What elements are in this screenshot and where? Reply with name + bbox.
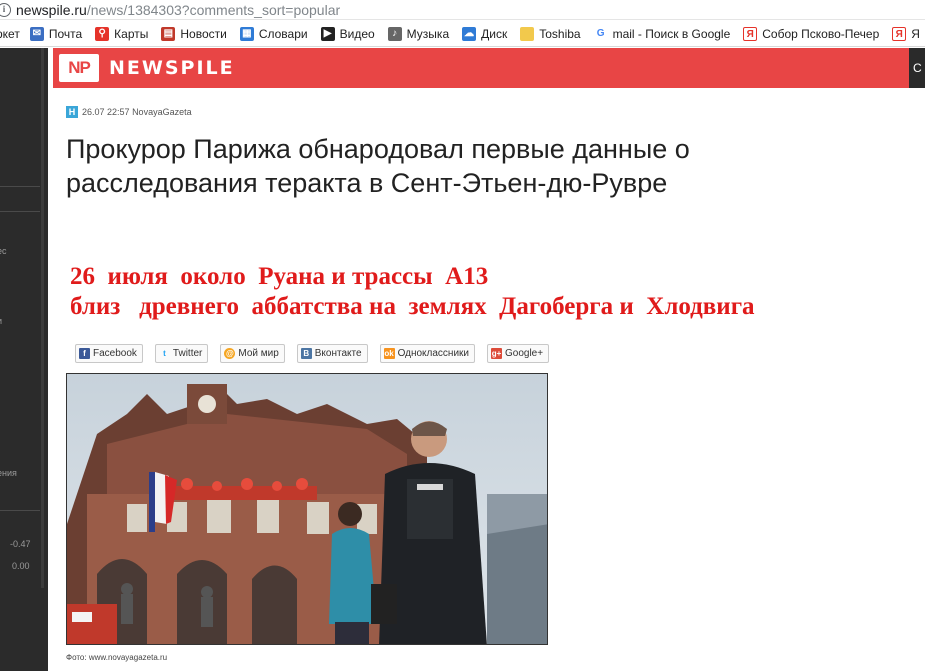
bookmark-item[interactable]: ⚲ Карты xyxy=(95,26,149,41)
bookmark-label: mail - Поиск в Google xyxy=(612,26,731,41)
bookmark-label: Диск xyxy=(481,26,508,41)
sidebar-divider xyxy=(0,186,40,187)
highlight-line: 26 июля около Руана и трассы А13 xyxy=(70,263,489,290)
bookmark-item[interactable]: ▶ Видео xyxy=(320,26,375,41)
vk-icon: B xyxy=(300,348,312,359)
share-label: Одноклассники xyxy=(397,348,469,359)
share-button[interactable]: B Вконтакте xyxy=(296,344,368,363)
bookmarks-bar: ркет ✉ Почта ⚲ Карты ▤ Новости ▦ Словари ▶ Видео ♪ М… xyxy=(0,21,925,47)
sidebar-text: ения xyxy=(0,468,17,478)
share-button[interactable]: f Facebook xyxy=(75,344,143,363)
share-button[interactable]: g+ Google+ xyxy=(487,344,550,363)
photo-illustration xyxy=(67,374,547,644)
sidebar-scrollbar[interactable] xyxy=(41,48,44,588)
bookmark-label: Словари xyxy=(258,26,308,41)
bookmark-label: Toshiba xyxy=(539,26,581,41)
url-text[interactable]: newspile.ru/news/1384303?comments_sort=p… xyxy=(16,2,340,18)
folder-icon xyxy=(520,26,535,41)
mymir-icon: @ xyxy=(224,348,236,359)
share-bar: f Facebook t Twitter @ Мой мир B Вконтакте ok Одн… xyxy=(75,344,561,363)
source-icon: H xyxy=(66,106,78,118)
site-brand[interactable]: NEWSPILE xyxy=(109,57,235,79)
news-icon: ▤ xyxy=(161,26,176,41)
bookmark-item[interactable]: Gmail - Поиск в Google xyxy=(594,27,731,41)
site-logo[interactable]: NP xyxy=(59,54,99,82)
article-date: 26.07 22:57 xyxy=(82,107,130,117)
sidebar-divider xyxy=(0,510,40,511)
bookmark-item[interactable]: ркет xyxy=(0,27,20,41)
sidebar-text: ес xyxy=(0,246,7,256)
bookmark-item[interactable]: ЯЯ xyxy=(892,26,920,41)
bookmark-item[interactable]: Toshiba xyxy=(520,26,581,41)
article-meta: H 26.07 22:57 NovayaGazeta xyxy=(66,106,192,118)
bookmark-label: Собор Псково-Печер xyxy=(762,26,880,41)
article-highlight: 26 июля около Руана и трассы А13 близ дре… xyxy=(70,262,755,322)
share-label: Мой мир xyxy=(238,348,279,359)
bookmark-label: Карты xyxy=(114,26,149,41)
map-pin-icon: ⚲ xyxy=(95,26,110,41)
bookmark-item[interactable]: ▤ Новости xyxy=(161,26,227,41)
address-bar[interactable]: i newspile.ru/news/1384303?comments_sort… xyxy=(0,0,925,20)
share-button[interactable]: @ Мой мир xyxy=(220,344,285,363)
bookmark-item[interactable]: ✉ Почта xyxy=(29,26,83,41)
yandex-icon: Я xyxy=(892,26,907,41)
photo-credit-link[interactable]: www.novayagazeta.ru xyxy=(89,653,167,662)
share-label: Facebook xyxy=(93,348,137,359)
google-icon: G xyxy=(596,27,605,39)
photo-credit: Фото: www.novayagazeta.ru xyxy=(66,653,168,662)
site-info-icon[interactable]: i xyxy=(0,2,11,17)
mail-icon: ✉ xyxy=(29,26,44,41)
site-header: NP NEWSPILE xyxy=(53,48,909,88)
bookmark-label: Почта xyxy=(48,26,83,41)
bookmark-label: Видео xyxy=(339,26,375,41)
bookmark-item[interactable]: ☁ Диск xyxy=(462,26,508,41)
header-right-button[interactable]: C xyxy=(909,48,925,88)
sidebar-value: 0.00 xyxy=(12,561,30,571)
bookmark-label: ркет xyxy=(0,26,20,41)
sidebar-value: -0.47 xyxy=(10,539,31,549)
left-sidebar: ес и ения -0.47 0.00 xyxy=(0,48,48,671)
share-label: Twitter xyxy=(172,348,203,359)
yandex-icon: Я xyxy=(743,26,758,41)
sidebar-text: и xyxy=(0,316,2,326)
share-button[interactable]: ok Одноклассники xyxy=(379,344,475,363)
sidebar-divider xyxy=(0,211,40,212)
bookmark-item[interactable]: ▦ Словари xyxy=(239,26,308,41)
article-source[interactable]: NovayaGazeta xyxy=(132,107,192,117)
twitter-icon: t xyxy=(163,349,166,358)
dictionary-icon: ▦ xyxy=(239,26,254,41)
facebook-icon: f xyxy=(79,348,90,359)
ok-icon: ok xyxy=(383,348,395,359)
disk-icon: ☁ xyxy=(462,26,477,41)
share-label: Google+ xyxy=(505,348,544,359)
bookmark-item[interactable]: Я Собор Псково-Печер xyxy=(743,26,880,41)
googleplus-icon: g+ xyxy=(491,348,502,359)
highlight-line: близ древнего аббатства на землях Дагобе… xyxy=(70,293,755,320)
share-label: Вконтакте xyxy=(314,348,362,359)
music-icon: ♪ xyxy=(387,26,402,41)
bookmark-label: Новости xyxy=(180,26,227,41)
article-title: Прокурор Парижа обнародовал первые данны… xyxy=(66,134,690,198)
bookmark-label: Я xyxy=(911,26,920,41)
article-photo xyxy=(66,373,548,645)
share-button[interactable]: t Twitter xyxy=(154,344,209,363)
video-icon: ▶ xyxy=(320,26,335,41)
bookmark-item[interactable]: ♪ Музыка xyxy=(387,26,450,41)
bookmark-label: Музыка xyxy=(406,26,450,41)
